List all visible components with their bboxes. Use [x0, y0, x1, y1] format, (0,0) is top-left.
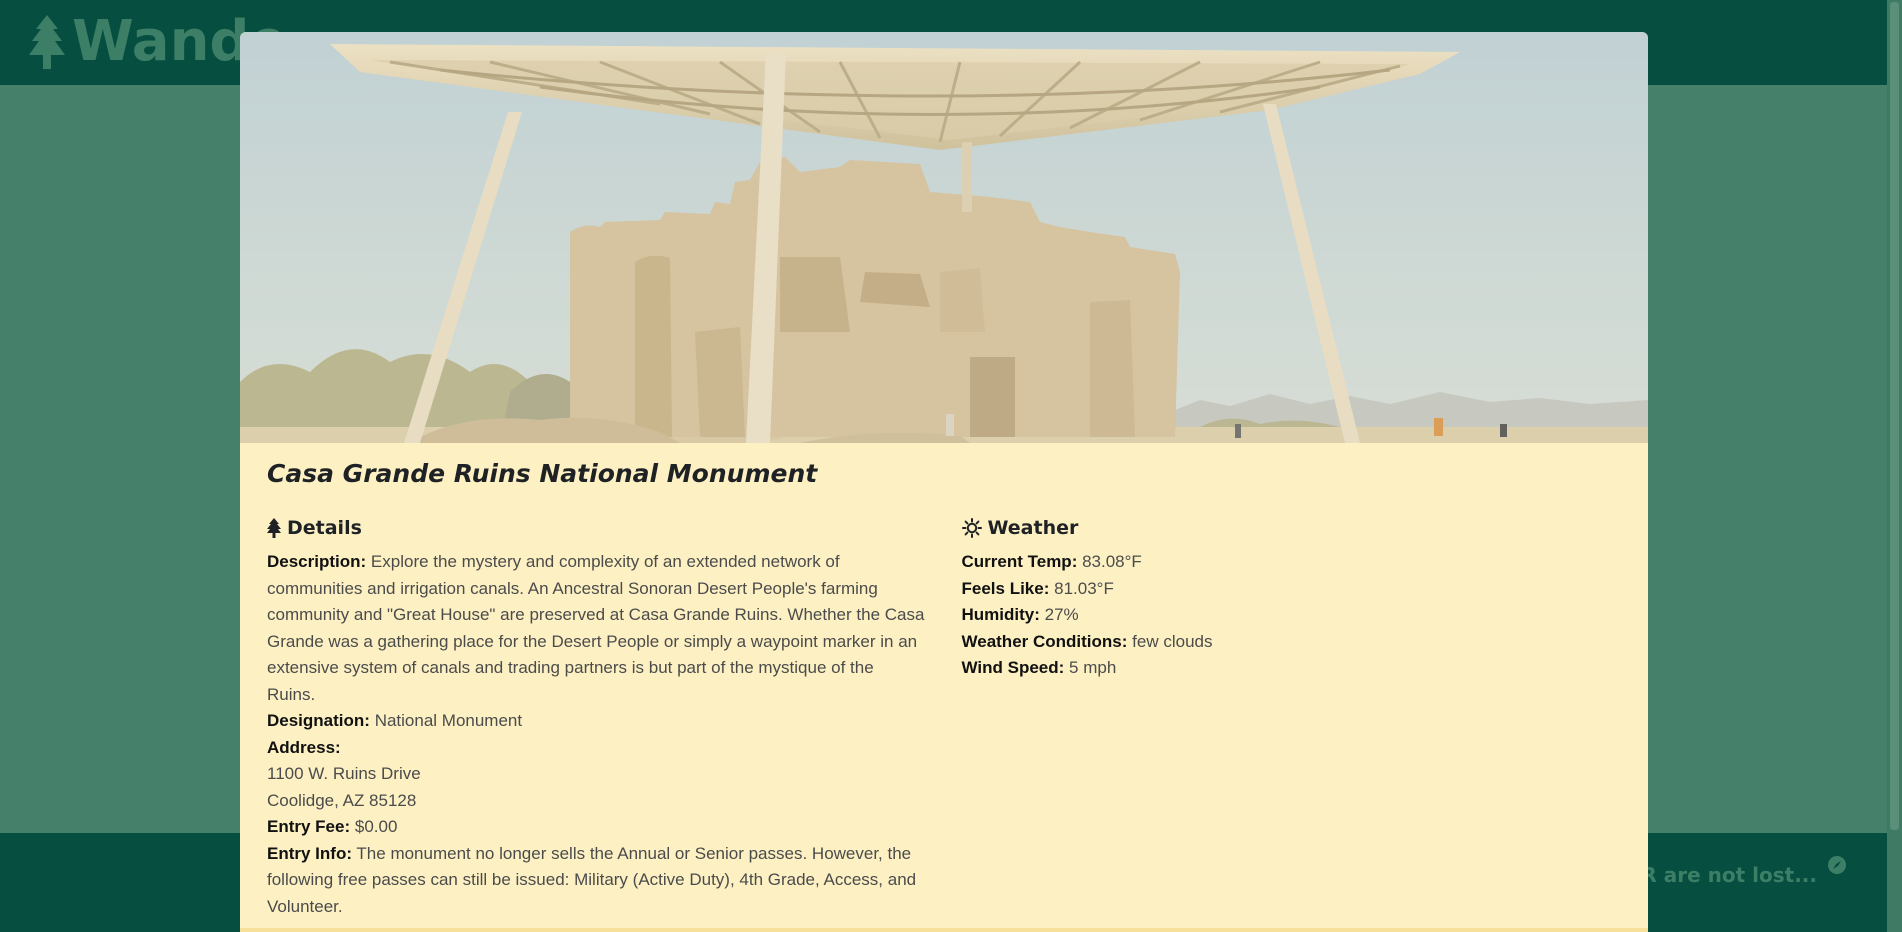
sun-icon — [961, 518, 982, 538]
weather-info: Current Temp: 83.08°F Feels Like: 81.03°… — [962, 549, 1622, 682]
tree-icon — [267, 518, 281, 538]
wind-speed-label: Wind Speed: — [961, 658, 1065, 677]
current-temp-label: Current Temp: — [961, 552, 1078, 571]
entry-fee-label: Entry Fee: — [267, 817, 351, 836]
details-info: Description: Explore the mystery and com… — [267, 549, 927, 920]
humidity-value: 27% — [1044, 605, 1079, 624]
weather-heading: Weather — [961, 515, 1622, 541]
address-line1: 1100 W. Ruins Drive — [267, 764, 421, 783]
feels-like-label: Feels Like: — [961, 578, 1050, 598]
description-value: Explore the mystery and complexity of an… — [267, 552, 925, 704]
feels-like-value: 81.03°F — [1054, 578, 1114, 598]
details-heading: Details — [267, 515, 927, 541]
park-detail-modal: Casa Grande Ruins National Monument Deta… — [240, 32, 1648, 932]
modal-body: Casa Grande Ruins National Monument Deta… — [240, 443, 1648, 920]
modal-columns: Details Description: Explore the mystery… — [267, 515, 1621, 920]
hero-overlay — [240, 32, 1648, 443]
details-heading-text: Details — [287, 517, 362, 539]
entry-info-value: The monument no longer sells the Annual … — [267, 843, 917, 916]
conditions-label: Weather Conditions: — [961, 631, 1128, 651]
park-title: Casa Grande Ruins National Monument — [267, 459, 818, 488]
description-label: Description: — [267, 552, 367, 571]
entry-info-label: Entry Info: — [267, 843, 352, 863]
scrollbar-thumb[interactable] — [1890, 2, 1899, 830]
wind-speed-value: 5 mph — [1069, 658, 1117, 677]
designation-label: Designation: — [267, 711, 370, 730]
weather-section: Weather Current Temp: 83.08°F Feels Like… — [961, 515, 1622, 920]
park-hero-image — [240, 32, 1648, 443]
humidity-label: Humidity: — [961, 605, 1040, 624]
details-section: Details Description: Explore the mystery… — [267, 515, 927, 920]
tree-icon — [29, 15, 65, 69]
entry-fee-value: $0.00 — [354, 817, 398, 836]
weather-heading-text: Weather — [987, 517, 1079, 539]
page-scrollbar[interactable] — [1887, 0, 1902, 932]
address-line2: Coolidge, AZ 85128 — [267, 790, 417, 810]
current-temp-value: 83.08°F — [1082, 552, 1142, 571]
address-label: Address: — [267, 737, 341, 757]
page: Wande ANDER are not lost... Casa Grande … — [0, 0, 1902, 932]
designation-value: National Monument — [374, 711, 523, 730]
modal-footer-edge — [240, 928, 1648, 932]
compass-icon — [1827, 855, 1847, 880]
conditions-value: few clouds — [1132, 631, 1213, 651]
